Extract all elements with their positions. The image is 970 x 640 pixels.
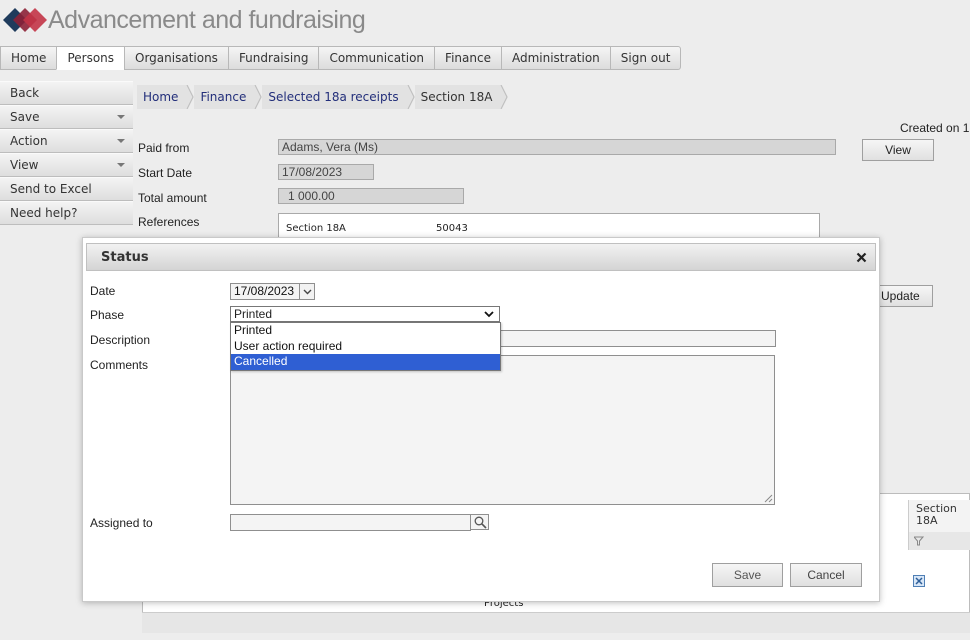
main-nav: Home Persons Organisations Fundraising C… <box>0 46 682 70</box>
side-menu: Back Save Action View Send to Excel Need… <box>0 81 133 225</box>
phase-option-printed[interactable]: Printed <box>231 323 500 339</box>
delete-icon[interactable] <box>913 575 925 587</box>
tab-organisations[interactable]: Organisations <box>124 46 228 70</box>
date-input[interactable]: 17/08/2023 <box>230 283 300 300</box>
paid-from-field: Adams, Vera (Ms) <box>278 139 836 155</box>
chevron-down-icon <box>303 289 312 295</box>
app-title: Advancement and fundraising <box>48 6 366 34</box>
phase-options-list: Printed User action required Cancelled <box>230 322 501 371</box>
chevron-down-icon <box>117 115 125 119</box>
phase-option-cancelled[interactable]: Cancelled <box>231 354 500 370</box>
lookup-button[interactable] <box>470 514 489 530</box>
breadcrumb-separator-icon <box>404 85 415 109</box>
references-label: References <box>138 215 200 229</box>
date-picker-button[interactable] <box>299 283 315 300</box>
resize-handle-icon[interactable] <box>764 494 773 503</box>
save-button[interactable]: Save <box>712 563 783 587</box>
cancel-button[interactable]: Cancel <box>790 563 862 587</box>
breadcrumb-home[interactable]: Home <box>137 85 185 109</box>
side-item-action[interactable]: Action <box>0 129 133 153</box>
side-item-send-to-excel[interactable]: Send to Excel <box>0 177 133 201</box>
side-item-label: Need help? <box>10 206 78 220</box>
breadcrumb: Home Finance Selected 18a receipts Secti… <box>137 85 509 109</box>
assigned-to-label: Assigned to <box>90 516 153 530</box>
grid-column-header[interactable]: Section 18A <box>908 500 970 532</box>
chevron-down-icon <box>117 139 125 143</box>
side-item-label: Action <box>10 134 48 148</box>
dialog-header: Status <box>86 243 876 271</box>
reference-number: 50043 <box>436 223 468 234</box>
tab-persons[interactable]: Persons <box>56 46 125 70</box>
start-date-label: Start Date <box>138 166 193 180</box>
start-date-field: 17/08/2023 <box>278 164 374 180</box>
view-button[interactable]: View <box>862 139 934 161</box>
comments-label: Comments <box>90 358 149 372</box>
close-icon[interactable] <box>856 252 867 263</box>
grid-filter-cell[interactable] <box>908 532 970 550</box>
filter-icon[interactable] <box>914 536 924 546</box>
assigned-to-input[interactable] <box>230 514 471 531</box>
side-item-need-help[interactable]: Need help? <box>0 201 133 225</box>
side-item-back[interactable]: Back <box>0 81 133 105</box>
search-icon <box>474 516 487 529</box>
side-item-label: Send to Excel <box>10 182 92 196</box>
chevron-down-icon <box>484 311 494 318</box>
breadcrumb-section-18a: Section 18A <box>414 85 499 109</box>
reference-type: Section 18A <box>286 223 346 234</box>
side-item-label: Save <box>10 110 40 124</box>
breadcrumb-separator-icon <box>498 85 509 109</box>
side-item-save[interactable]: Save <box>0 105 133 129</box>
tab-communication[interactable]: Communication <box>318 46 435 70</box>
chevron-down-icon <box>117 163 125 167</box>
app-logo-icon <box>3 8 47 32</box>
paid-from-label: Paid from <box>138 141 190 155</box>
update-button[interactable]: Update <box>878 285 933 307</box>
side-item-label: View <box>10 158 39 172</box>
tab-administration[interactable]: Administration <box>500 46 610 70</box>
breadcrumb-selected-receipts[interactable]: Selected 18a receipts <box>262 85 405 109</box>
tab-finance[interactable]: Finance <box>434 46 501 70</box>
date-label: Date <box>90 284 116 298</box>
tab-sign-out[interactable]: Sign out <box>609 46 682 70</box>
tab-home[interactable]: Home <box>0 46 57 70</box>
breadcrumb-separator-icon <box>184 85 195 109</box>
phase-label: Phase <box>90 308 125 322</box>
dialog-title: Status <box>101 250 149 265</box>
breadcrumb-finance[interactable]: Finance <box>194 85 253 109</box>
phase-select[interactable]: Printed <box>230 306 500 322</box>
phase-selected-value: Printed <box>234 307 273 321</box>
grid-footer-bar <box>142 612 970 633</box>
side-item-view[interactable]: View <box>0 153 133 177</box>
description-input[interactable] <box>500 330 776 347</box>
description-label: Description <box>90 333 151 347</box>
comments-textarea[interactable] <box>230 355 775 505</box>
phase-option-user-action-required[interactable]: User action required <box>231 339 500 355</box>
breadcrumb-separator-icon <box>252 85 263 109</box>
total-amount-label: Total amount <box>138 191 207 205</box>
created-on-text: Created on 17 <box>900 121 970 135</box>
total-amount-field: 1 000.00 <box>278 188 464 204</box>
side-item-label: Back <box>10 86 40 100</box>
tab-fundraising[interactable]: Fundraising <box>227 46 319 70</box>
